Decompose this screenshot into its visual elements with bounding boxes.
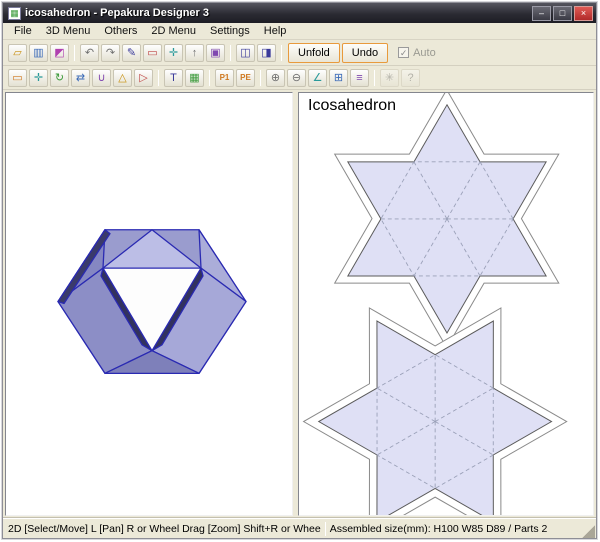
menubar: File 3D Menu Others 2D Menu Settings Hel… <box>3 23 596 40</box>
divide-face-icon[interactable]: △ <box>113 69 132 87</box>
toolbar-separator <box>374 70 375 86</box>
zoom-out-icon[interactable]: ⊖ <box>287 69 306 87</box>
toolbar-separator <box>158 70 159 86</box>
arrange-parts-icon[interactable]: ≡ <box>350 69 369 87</box>
unfold-button[interactable]: Unfold <box>288 43 340 63</box>
measure-icon[interactable]: ∠ <box>308 69 327 87</box>
toolbar-separator <box>260 70 261 86</box>
menu-file[interactable]: File <box>7 24 39 38</box>
window-title: icosahedron - Pepakura Designer 3 <box>25 7 532 19</box>
status-separator <box>325 522 326 536</box>
layout-3d-left-icon[interactable]: ◫ <box>236 44 255 62</box>
fit-view-icon[interactable]: ▣ <box>206 44 225 62</box>
titlebar[interactable]: ▦ icosahedron - Pepakura Designer 3 – □ … <box>3 3 596 23</box>
auto-label: Auto <box>413 47 436 59</box>
select-part-icon[interactable]: ▭ <box>8 69 27 87</box>
unfolded-pattern <box>299 93 593 515</box>
rotate-part-icon[interactable]: ↻ <box>50 69 69 87</box>
page-edge-icon[interactable]: PE <box>236 69 255 87</box>
page-number-icon[interactable]: P1 <box>215 69 234 87</box>
2d-pattern-pane[interactable]: Icosahedron <box>298 92 594 516</box>
status-hint-text: 2D [Select/Move] L [Pan] R or Wheel Drag… <box>8 523 321 535</box>
edit-flap-icon[interactable]: ▷ <box>134 69 153 87</box>
menu-others[interactable]: Others <box>97 24 144 38</box>
minimize-button[interactable]: – <box>532 6 551 21</box>
view-undo-icon[interactable]: ↶ <box>80 44 99 62</box>
zoom-in-icon[interactable]: ⊕ <box>266 69 285 87</box>
menu-settings[interactable]: Settings <box>203 24 257 38</box>
flip-part-icon[interactable]: ⇄ <box>71 69 90 87</box>
pattern-piece-2 <box>304 308 567 515</box>
grid-icon[interactable]: ⊞ <box>329 69 348 87</box>
toolbar-separator <box>230 45 231 61</box>
toolbar-separator <box>209 70 210 86</box>
close-button[interactable]: × <box>574 6 593 21</box>
3d-view-pane[interactable] <box>5 92 293 516</box>
app-window: ▦ icosahedron - Pepakura Designer 3 – □ … <box>2 2 597 539</box>
open-file-icon[interactable]: ▱ <box>8 44 27 62</box>
join-edges-icon[interactable]: ∪ <box>92 69 111 87</box>
pen-tool-icon[interactable]: ✎ <box>122 44 141 62</box>
icosahedron-3d-model <box>6 93 292 515</box>
help-icon[interactable]: ? <box>401 69 420 87</box>
menu-3d[interactable]: 3D Menu <box>39 24 98 38</box>
undo-button[interactable]: Undo <box>342 43 388 63</box>
image-tool-icon[interactable]: ▦ <box>185 69 204 87</box>
view-redo-icon[interactable]: ↷ <box>101 44 120 62</box>
status-size-text: Assembled size(mm): H100 W85 D89 / Parts… <box>330 523 582 535</box>
toolbar-2d: ▭ ✛ ↻ ⇄ ∪ △ ▷ T ▦ P1 PE ⊕ ⊖ ∠ ⊞ ≡ ✳ ? <box>3 66 596 90</box>
settings-icon[interactable]: ✳ <box>380 69 399 87</box>
toolbar-main: ▱ ▥ ◩ ↶ ↷ ✎ ▭ ✛ ↑ ▣ ◫ ◨ Unfold Undo ✓ Au… <box>3 40 596 66</box>
eraser-tool-icon[interactable]: ▭ <box>143 44 162 62</box>
auto-option: ✓ Auto <box>398 47 436 59</box>
menu-help[interactable]: Help <box>257 24 294 38</box>
toolbar-separator <box>281 45 282 61</box>
app-icon: ▦ <box>8 7 21 20</box>
pattern-piece-1 <box>335 93 559 348</box>
auto-checkbox[interactable]: ✓ <box>398 47 409 58</box>
menu-2d[interactable]: 2D Menu <box>144 24 203 38</box>
save-file-icon[interactable]: ▥ <box>29 44 48 62</box>
maximize-button[interactable]: □ <box>553 6 572 21</box>
window-controls: – □ × <box>532 6 593 21</box>
layout-2d-left-icon[interactable]: ◨ <box>257 44 276 62</box>
statusbar: 2D [Select/Move] L [Pan] R or Wheel Drag… <box>3 518 596 538</box>
texture-view-icon[interactable]: ◩ <box>50 44 69 62</box>
main-area: Icosahedron <box>3 90 596 518</box>
text-tool-icon[interactable]: T <box>164 69 183 87</box>
toolbar-separator <box>74 45 75 61</box>
move-tool-icon[interactable]: ✛ <box>164 44 183 62</box>
resize-grip-icon[interactable] <box>582 525 595 538</box>
reset-view-icon[interactable]: ↑ <box>185 44 204 62</box>
move-part-icon[interactable]: ✛ <box>29 69 48 87</box>
pattern-title: Icosahedron <box>308 97 396 115</box>
